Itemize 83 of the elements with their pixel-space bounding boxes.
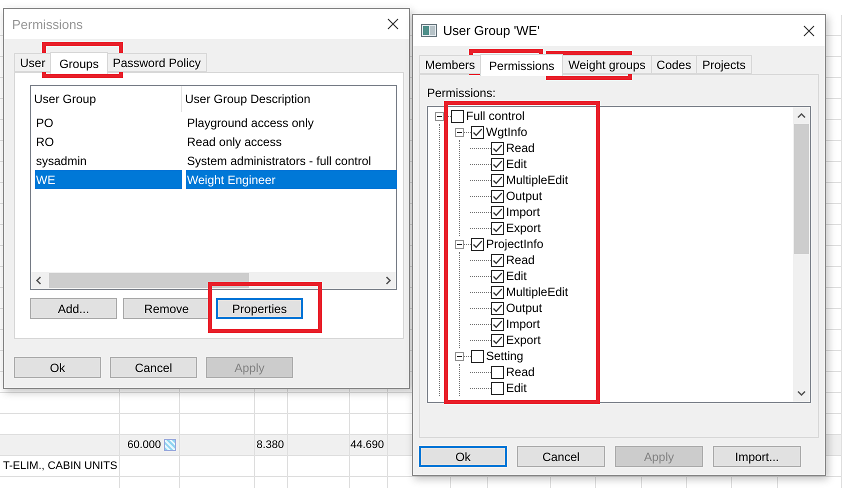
tree-item-label[interactable]: Import <box>504 205 540 219</box>
tree-item-label[interactable]: Output <box>504 189 542 203</box>
table-cell[interactable]: RO <box>35 132 182 151</box>
tab[interactable]: Weight groups <box>562 55 652 74</box>
tab[interactable]: Members <box>419 55 482 74</box>
tree-item-label[interactable]: Output <box>504 301 542 315</box>
window-title: Permissions <box>12 16 84 32</box>
tab[interactable]: Groups <box>50 52 108 74</box>
tab[interactable]: Permissions <box>480 54 564 76</box>
checkbox[interactable] <box>491 302 504 314</box>
window-icon <box>421 24 437 37</box>
table-cell[interactable]: Playground access only <box>186 113 397 132</box>
window-title: User Group 'WE' <box>443 23 541 38</box>
tree-item-label[interactable]: Edit <box>504 269 527 283</box>
checkbox[interactable] <box>491 222 504 234</box>
tree-item-label[interactable]: MultipleEdit <box>504 173 568 187</box>
dialog-button[interactable]: Ok <box>14 357 101 378</box>
tree-item-label[interactable]: Read <box>504 253 535 267</box>
cell-value: T-ELIM., CABIN UNITS <box>3 460 118 472</box>
dialog-button[interactable]: Cancel <box>110 357 197 378</box>
collapse-icon[interactable] <box>435 112 444 120</box>
checkbox[interactable] <box>491 254 504 266</box>
checkbox[interactable] <box>491 286 504 298</box>
collapse-icon[interactable] <box>455 352 464 360</box>
checkbox[interactable] <box>491 366 504 378</box>
dialog-button[interactable]: Add... <box>30 298 117 319</box>
dialog-button[interactable]: Cancel <box>517 446 605 467</box>
table-cell[interactable]: sysadmin <box>35 151 182 170</box>
tab[interactable]: Password Policy <box>106 53 207 72</box>
tree-item-label[interactable]: MultipleEdit <box>504 285 568 299</box>
checkbox[interactable] <box>491 334 504 346</box>
checkbox[interactable] <box>471 126 484 138</box>
checkbox[interactable] <box>491 318 504 330</box>
checkbox[interactable] <box>491 174 504 186</box>
dialog-button[interactable]: Properties <box>216 298 303 319</box>
table-cell[interactable]: Weight Engineer <box>186 170 397 189</box>
table-cell[interactable]: PO <box>35 113 182 132</box>
cell-value: 44.690 <box>350 439 384 451</box>
tree-item-label[interactable]: Export <box>504 333 541 347</box>
hatched-icon <box>164 439 176 451</box>
column-header[interactable]: User Group Description <box>182 86 392 112</box>
checkbox[interactable] <box>471 350 484 362</box>
checkbox[interactable] <box>491 206 504 218</box>
tree-item-label[interactable]: Read <box>504 365 535 379</box>
close-icon[interactable] <box>803 24 815 36</box>
checkbox[interactable] <box>491 190 504 202</box>
collapse-icon[interactable] <box>455 128 464 136</box>
collapse-icon[interactable] <box>455 240 464 248</box>
tree-item-label[interactable]: Edit <box>504 381 527 395</box>
cell-value: 8.380 <box>256 439 284 451</box>
chevron-up-icon[interactable] <box>797 112 806 119</box>
tree-item-label[interactable]: Edit <box>504 157 527 171</box>
dialog-button[interactable]: Ok <box>419 446 507 467</box>
tree-item-label[interactable]: Read <box>504 141 535 155</box>
chevron-down-icon[interactable] <box>797 390 806 397</box>
tab[interactable]: Projects <box>696 55 752 74</box>
tab[interactable]: Codes <box>650 55 698 74</box>
tree-item-label[interactable]: Import <box>504 317 540 331</box>
dialog-button[interactable]: Remove <box>123 298 210 319</box>
checkbox[interactable] <box>491 270 504 282</box>
table-cell[interactable]: Read only access <box>186 132 397 151</box>
table-cell[interactable]: System administrators - full control <box>186 151 397 170</box>
tree-item-label[interactable]: Full control <box>464 109 525 123</box>
checkbox[interactable] <box>451 110 464 122</box>
tree-item-label[interactable]: Setting <box>484 349 524 363</box>
tree-item-label[interactable]: ProjectInfo <box>484 237 544 251</box>
tab[interactable]: User <box>14 53 52 72</box>
tree-item-label[interactable]: WgtInfo <box>484 125 528 139</box>
chevron-right-icon[interactable] <box>385 276 392 285</box>
cell-value: 60.000 <box>127 439 161 451</box>
checkbox[interactable] <box>471 238 484 250</box>
checkbox[interactable] <box>491 142 504 154</box>
dialog-button[interactable]: Import... <box>713 446 801 467</box>
column-header[interactable]: User Group <box>31 86 182 112</box>
vertical-scrollbar[interactable] <box>793 107 810 402</box>
permissions-label: Permissions: <box>427 86 497 100</box>
checkbox[interactable] <box>491 382 504 394</box>
close-icon[interactable] <box>387 18 399 30</box>
horizontal-scrollbar[interactable] <box>31 272 396 289</box>
table-cell[interactable]: WE <box>35 170 182 189</box>
chevron-left-icon[interactable] <box>35 276 42 285</box>
tree-item-label[interactable]: Export <box>504 221 541 235</box>
checkbox[interactable] <box>491 158 504 170</box>
